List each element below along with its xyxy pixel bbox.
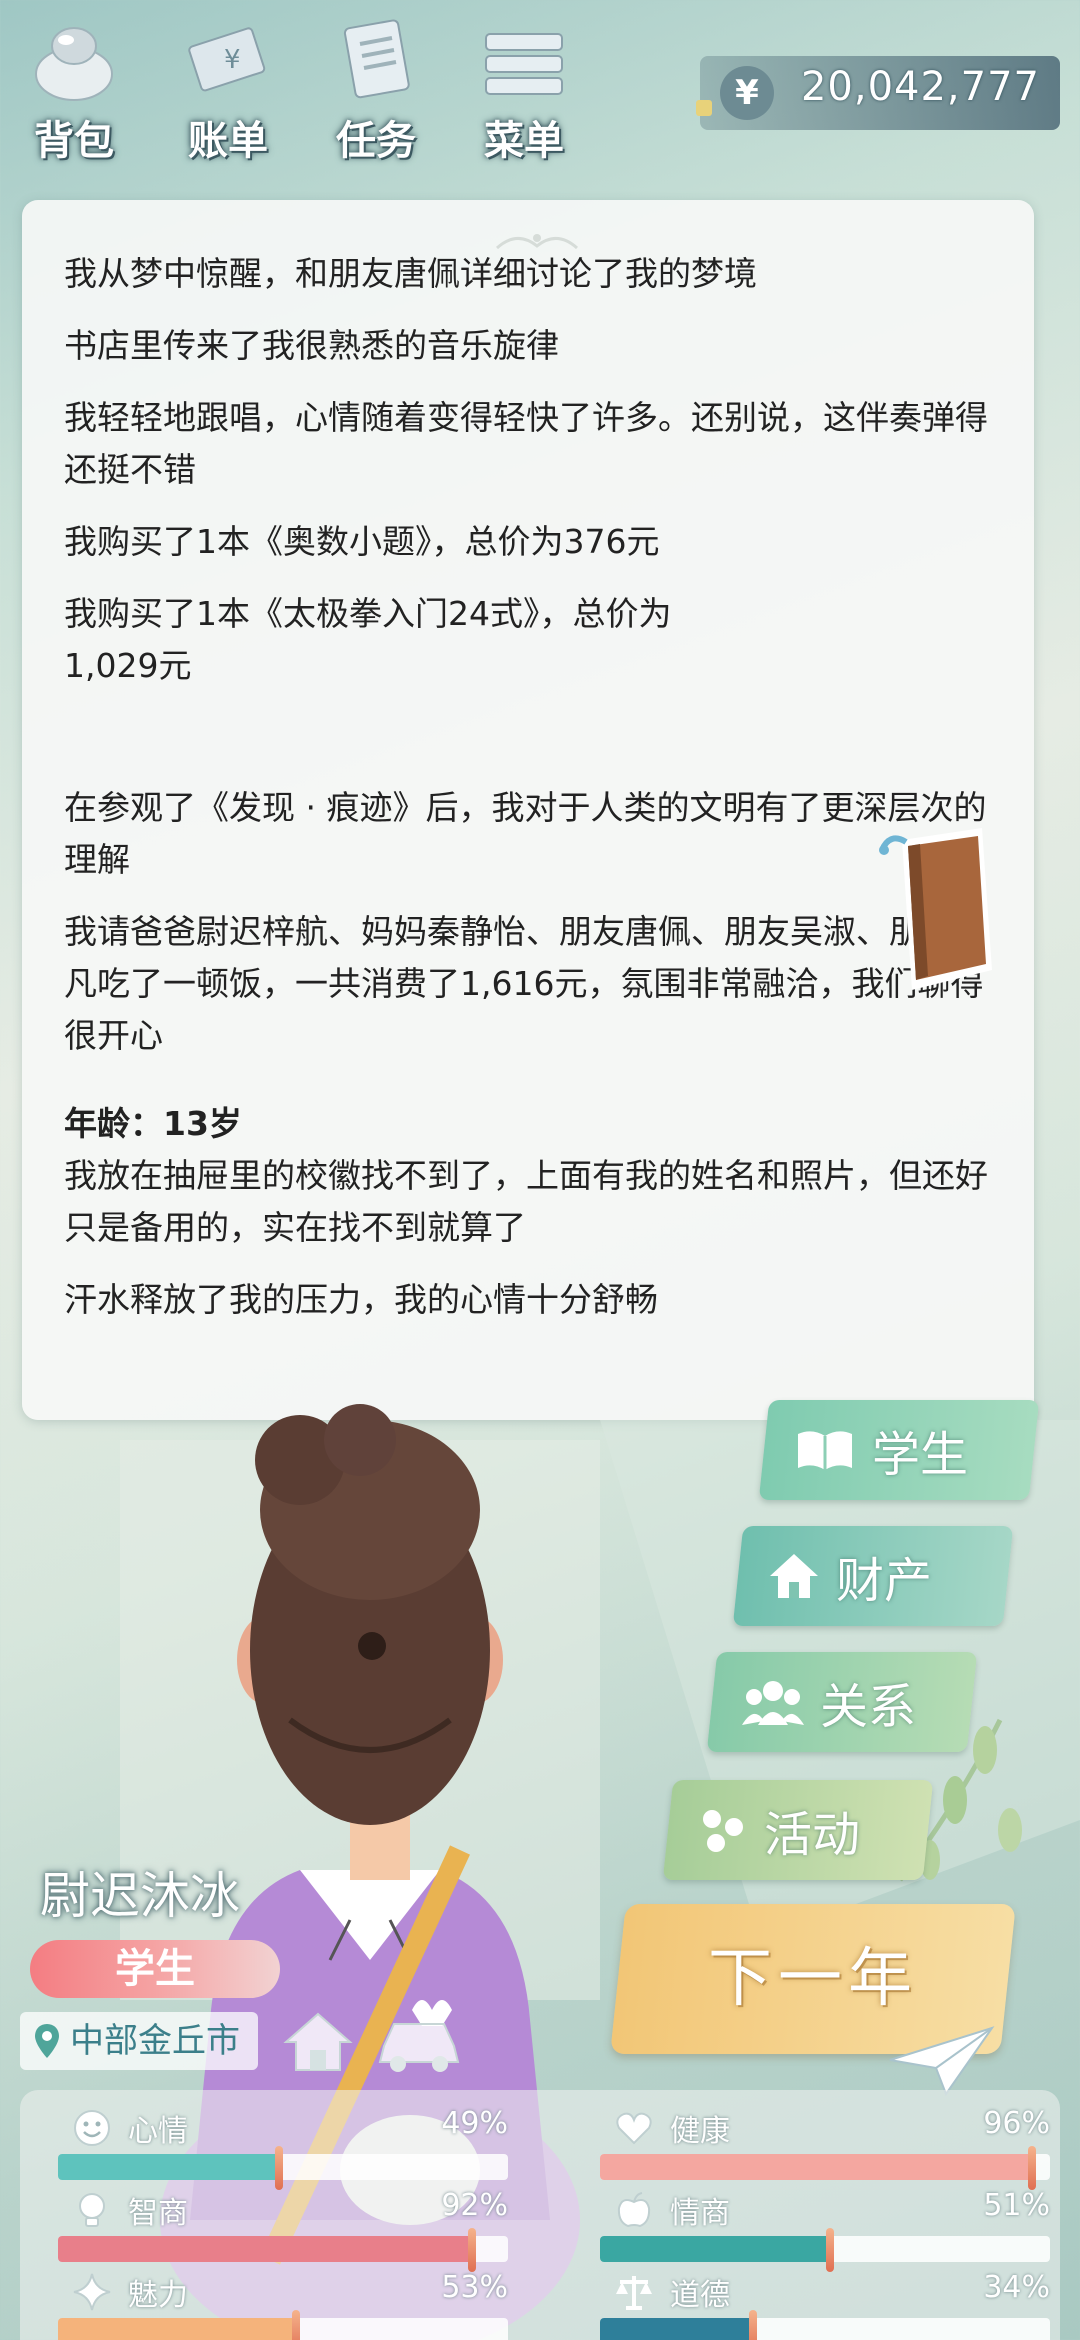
stat-fill bbox=[58, 2318, 297, 2340]
assets-label: 财产 bbox=[836, 1553, 933, 1609]
activities-label: 活动 bbox=[764, 1807, 861, 1863]
house-icon bbox=[770, 1554, 818, 1598]
player-tag: 学生 bbox=[30, 1940, 280, 1998]
stat-iq: 智商 92% bbox=[58, 2188, 508, 2272]
location-badge[interactable]: 中部金丘市 bbox=[20, 2012, 258, 2070]
stat-fill bbox=[58, 2154, 279, 2180]
stat-value: 49% bbox=[441, 2106, 508, 2141]
top-bar: 背包 ¥ 账单 任务 菜单 ¥ 20,042,777 bbox=[0, 0, 1080, 164]
menu-icon bbox=[485, 33, 563, 95]
stat-label: 智商 bbox=[128, 2196, 188, 2231]
location-text: 中部金丘市 bbox=[70, 2021, 240, 2061]
stats-panel: 心情 49% 健康 96% 智商 92% 情商 51% 魅力 53% 道德 34… bbox=[20, 2090, 1060, 2340]
log-entry: 我请爸爸尉迟梓航、妈妈秦静怡、朋友唐佩、朋友吴淑、朋友问凡吃了一顿饭，一共消费了… bbox=[64, 912, 988, 1055]
log-entry: 我购买了1本《奥数小题》，总价为376元 bbox=[64, 522, 660, 561]
activities-button[interactable]: 活动 bbox=[662, 1780, 934, 1880]
bill-button[interactable]: ¥ 账单 bbox=[158, 10, 298, 164]
stat-marker bbox=[825, 2228, 834, 2272]
stat-value: 96% bbox=[983, 2106, 1050, 2141]
backpack-label: 背包 bbox=[34, 118, 114, 164]
menu-button[interactable]: 菜单 bbox=[454, 10, 594, 164]
stat-marker bbox=[274, 2146, 283, 2190]
stat-value: 92% bbox=[441, 2188, 508, 2223]
stat-value: 34% bbox=[983, 2270, 1050, 2305]
scale-icon bbox=[616, 2276, 652, 2310]
smile-icon bbox=[74, 2110, 110, 2146]
bill-icon: ¥ bbox=[188, 27, 266, 92]
stat-eq: 情商 51% bbox=[600, 2188, 1050, 2272]
stat-track bbox=[58, 2236, 508, 2262]
log-entries: 我从梦中惊醒，和朋友唐佩详细讨论了我的梦境 书店里传来了我很熟悉的音乐旋律 我轻… bbox=[64, 248, 994, 1346]
stat-label: 道德 bbox=[670, 2278, 730, 2313]
stat-charm: 魅力 53% bbox=[58, 2270, 508, 2340]
relations-label: 关系 bbox=[820, 1679, 917, 1735]
stat-track bbox=[600, 2318, 1050, 2340]
stat-fill bbox=[600, 2154, 1032, 2180]
life-log-panel[interactable]: 我从梦中惊醒，和朋友唐佩详细讨论了我的梦境 书店里传来了我很熟悉的音乐旋律 我轻… bbox=[22, 200, 1034, 1420]
car-icon[interactable] bbox=[376, 2012, 462, 2074]
menu-label: 菜单 bbox=[484, 118, 564, 164]
people-icon bbox=[742, 1681, 804, 1725]
stat-marker bbox=[1028, 2146, 1036, 2190]
stat-label: 情商 bbox=[670, 2196, 730, 2231]
backpack-icon bbox=[35, 27, 113, 101]
stat-label: 魅力 bbox=[128, 2278, 188, 2313]
stat-label: 健康 bbox=[670, 2114, 730, 2149]
money-display: ¥ 20,042,777 bbox=[696, 56, 1060, 130]
stat-mood: 心情 49% bbox=[58, 2106, 508, 2190]
stat-track bbox=[58, 2318, 508, 2340]
open-book-icon bbox=[798, 1431, 852, 1470]
activity-icon bbox=[703, 1810, 743, 1852]
stat-health: 健康 96% bbox=[600, 2106, 1050, 2190]
location-pin-icon bbox=[35, 2024, 59, 2058]
money-amount: 20,042,777 bbox=[800, 64, 1040, 110]
stat-track bbox=[58, 2154, 508, 2180]
stat-marker bbox=[749, 2310, 757, 2340]
log-entry: 我放在抽屉里的校徽找不到了，上面有我的姓名和照片，但还好只是备用的，实在找不到就… bbox=[64, 1156, 988, 1247]
task-label: 任务 bbox=[336, 118, 416, 164]
student-label: 学生 bbox=[872, 1427, 969, 1483]
svg-text:¥: ¥ bbox=[224, 45, 241, 75]
stat-label: 心情 bbox=[128, 2114, 188, 2149]
stat-marker bbox=[468, 2228, 476, 2272]
age-heading: 年龄：13岁 bbox=[64, 1104, 242, 1143]
log-entry: 书店里传来了我很熟悉的音乐旋律 bbox=[64, 326, 559, 365]
student-button[interactable]: 学生 bbox=[758, 1400, 1040, 1500]
paper-plane-icon bbox=[889, 2026, 995, 2097]
log-entry: 我从梦中惊醒，和朋友唐佩详细讨论了我的梦境 bbox=[64, 254, 757, 293]
task-button[interactable]: 任务 bbox=[306, 10, 446, 164]
book-icon bbox=[879, 828, 992, 990]
log-entry: 我轻轻地跟唱，心情随着变得轻快了许多。还别说，这伴奏弹得还挺不错 bbox=[64, 398, 988, 489]
heart-icon bbox=[616, 2112, 652, 2145]
bulb-icon bbox=[79, 2193, 105, 2227]
stat-fill bbox=[58, 2236, 472, 2262]
log-entry: 在参观了《发现 · 痕迹》后，我对于人类的文明有了更深层次的理解 bbox=[64, 788, 987, 879]
backpack-button[interactable]: 背包 bbox=[4, 10, 144, 164]
bill-label: 账单 bbox=[188, 118, 268, 164]
money-accent bbox=[696, 100, 712, 116]
task-icon bbox=[343, 19, 410, 99]
log-entry: 我购买了1本《太极拳入门24式》，总价为1,029元 bbox=[64, 594, 672, 685]
stat-value: 53% bbox=[441, 2270, 508, 2305]
stat-moral: 道德 34% bbox=[600, 2270, 1050, 2340]
stat-fill bbox=[600, 2318, 753, 2340]
relations-button[interactable]: 关系 bbox=[706, 1652, 978, 1752]
stat-value: 51% bbox=[983, 2188, 1050, 2223]
log-entry: 汗水释放了我的压力，我的心情十分舒畅 bbox=[64, 1280, 658, 1319]
player-name: 尉迟沐冰 bbox=[40, 1867, 240, 1925]
apple-icon bbox=[617, 2192, 651, 2228]
sparkle-icon bbox=[73, 2273, 111, 2311]
stat-fill bbox=[600, 2236, 830, 2262]
stat-marker bbox=[292, 2310, 301, 2340]
stat-track bbox=[600, 2154, 1050, 2180]
yen-icon: ¥ bbox=[720, 66, 774, 120]
assets-button[interactable]: 财产 bbox=[732, 1526, 1014, 1626]
home-icon[interactable] bbox=[282, 2010, 354, 2074]
